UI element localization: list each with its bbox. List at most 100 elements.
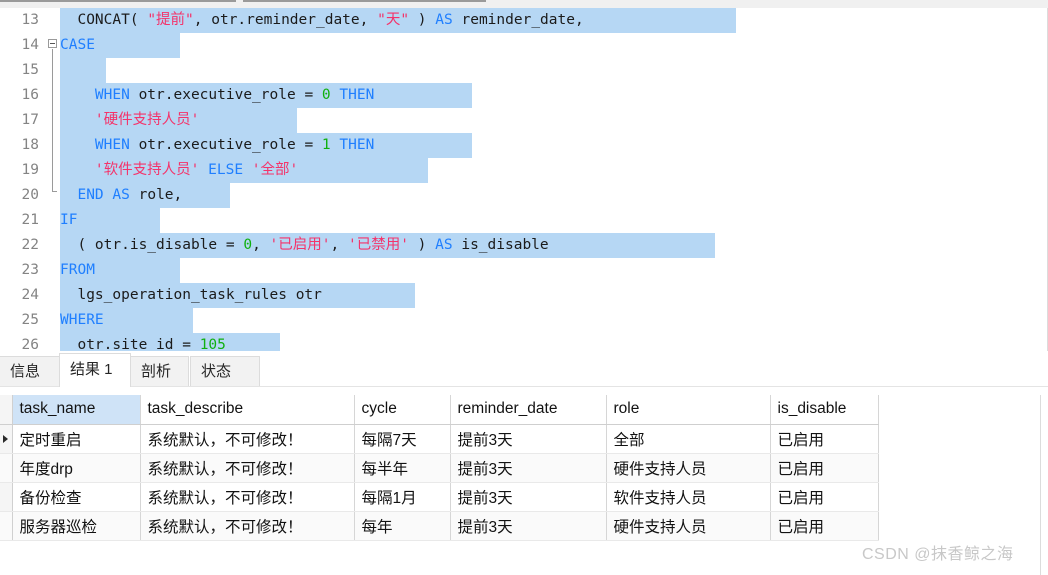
cell-is_disable[interactable]: 已启用 [770, 453, 879, 483]
grid-corner-cell[interactable] [0, 395, 13, 425]
cell-task_describe[interactable]: 系统默认，不可修改！ [140, 482, 355, 512]
results-tab-3[interactable]: 状态 [190, 356, 260, 387]
sql-editor-pane[interactable]: 13 14 15 16 17 18 19 20 21 22 23 24 25 26 CONCAT( "提前… [0, 8, 1048, 351]
cell-task_name[interactable]: 年度drp [12, 453, 141, 483]
column-header-cycle[interactable]: cycle [354, 395, 451, 425]
row-selector-cell[interactable] [0, 482, 13, 512]
code-line[interactable]: WHEN otr.executive_role = 0 THEN [60, 83, 1040, 108]
cell-is_disable[interactable]: 已启用 [770, 511, 879, 541]
selection-highlight [60, 58, 106, 83]
cell-cycle[interactable]: 每隔1月 [354, 482, 451, 512]
results-tab-2[interactable]: 剖析 [130, 356, 189, 387]
cell-reminder_date[interactable]: 提前3天 [450, 453, 607, 483]
code-line[interactable]: lgs_operation_task_rules otr [60, 283, 1040, 308]
cell-cycle[interactable]: 每隔7天 [354, 424, 451, 454]
cell-reminder_date[interactable]: 提前3天 [450, 424, 607, 454]
code-token-kw: THEN [339, 87, 375, 103]
results-tab-label: 信息 [10, 363, 41, 380]
table-row[interactable]: 定时重启 系统默认，不可修改！ 每隔7天 提前3天 全部 已启用 [0, 424, 879, 454]
cell-reminder_date[interactable]: 提前3天 [450, 482, 607, 512]
cell-is_disable[interactable]: 已启用 [770, 424, 879, 454]
results-tab-1[interactable]: 结果 1 [59, 353, 131, 387]
cell-role[interactable]: 软件支持人员 [606, 482, 771, 512]
cell-task_name[interactable]: 定时重启 [12, 424, 141, 454]
code-token-pl: ) [408, 237, 436, 253]
fold-range-line [52, 49, 53, 191]
line-number: 17 [21, 112, 39, 128]
column-header-reminder_date[interactable]: reminder_date [450, 395, 607, 425]
code-line[interactable]: WHERE [60, 308, 1040, 333]
cell-task_name[interactable]: 备份检查 [12, 482, 141, 512]
code-line-text: FROM [60, 262, 95, 278]
cell-role[interactable]: 硬件支持人员 [606, 453, 771, 483]
cell-cycle[interactable]: 每年 [354, 511, 451, 541]
code-token-kw: THEN [339, 137, 375, 153]
code-line[interactable]: WHEN otr.executive_role = 1 THEN [60, 133, 1040, 158]
column-header-task_name[interactable]: task_name [12, 395, 141, 425]
code-line[interactable]: FROM [60, 258, 1040, 283]
line-number: 13 [21, 12, 39, 28]
code-token-kw: AS [435, 237, 453, 253]
column-header-role[interactable]: role [606, 395, 771, 425]
cell-role[interactable]: 全部 [606, 424, 771, 454]
code-token-kw: END [77, 187, 104, 203]
line-number: 21 [21, 212, 39, 228]
code-line[interactable]: IF [60, 208, 1040, 233]
code-token-pl: lgs_operation_task_rules otr [60, 287, 322, 303]
results-tab-0[interactable]: 信息 [0, 356, 61, 387]
results-tab-bar[interactable]: 信息 结果 1 剖析 状态 [0, 351, 1048, 387]
row-selector-cell[interactable] [0, 453, 13, 483]
code-line[interactable]: ( otr.is_disable = 0, '已启用', '已禁用' ) AS … [60, 233, 1040, 258]
column-header-is_disable[interactable]: is_disable [770, 395, 879, 425]
line-number: 25 [21, 312, 39, 328]
code-token-pl: is_disable [452, 237, 549, 253]
result-grid-table[interactable]: task_name task_describe cycle reminder_date… [0, 395, 879, 541]
line-number: 19 [21, 162, 39, 178]
table-row[interactable]: 服务器巡检 系统默认，不可修改！ 每年 提前3天 硬件支持人员 已启用 [0, 511, 879, 541]
code-line[interactable]: '软件支持人员' ELSE '全部' [60, 158, 1040, 183]
cell-reminder_date[interactable]: 提前3天 [450, 511, 607, 541]
row-selector-cell[interactable] [0, 511, 13, 541]
cell-task_describe[interactable]: 系统默认，不可修改！ [140, 511, 355, 541]
results-tab-label: 结果 1 [70, 361, 113, 378]
line-number: 16 [21, 87, 39, 103]
line-number: 18 [21, 137, 39, 153]
row-selector-cell[interactable] [0, 424, 13, 454]
cell-task_describe[interactable]: 系统默认，不可修改！ [140, 453, 355, 483]
code-line[interactable]: otr.site_id = 105 [60, 333, 1040, 351]
table-row[interactable]: 备份检查 系统默认，不可修改！ 每隔1月 提前3天 软件支持人员 已启用 [0, 482, 879, 512]
line-number-gutter: 13 14 15 16 17 18 19 20 21 22 23 24 25 26 [0, 8, 46, 351]
column-header-task_describe[interactable]: task_describe [140, 395, 355, 425]
code-line[interactable]: CASE [60, 33, 1040, 58]
code-line-text: END AS role, [60, 187, 182, 203]
code-line[interactable]: CONCAT( "提前", otr.reminder_date, "天" ) A… [60, 8, 1040, 33]
code-line-text: WHERE [60, 312, 104, 328]
results-right-divider [1040, 395, 1041, 575]
fold-range-end-marker [52, 191, 57, 192]
code-text-area[interactable]: CONCAT( "提前", otr.reminder_date, "天" ) A… [60, 8, 1040, 351]
cell-cycle[interactable]: 每半年 [354, 453, 451, 483]
code-line-text: WHEN otr.executive_role = 1 THEN [60, 137, 374, 153]
cell-role[interactable]: 硬件支持人员 [606, 511, 771, 541]
code-line-text: CASE [60, 37, 95, 53]
code-token-num: 0 [243, 237, 253, 253]
code-token-pl: otr.executive_role = [129, 137, 322, 153]
code-line[interactable] [60, 58, 1040, 83]
code-line[interactable]: END AS role, [60, 183, 1040, 208]
code-token-str: '硬件支持人员' [94, 112, 200, 128]
code-token-num: 1 [321, 137, 331, 153]
cell-task_name[interactable]: 服务器巡检 [12, 511, 141, 541]
code-token-str: "天" [377, 12, 410, 28]
fold-collapse-icon[interactable] [48, 39, 57, 48]
code-token-pl: otr.site_id = [60, 337, 200, 351]
table-row[interactable]: 年度drp 系统默认，不可修改！ 每半年 提前3天 硬件支持人员 已启用 [0, 453, 879, 483]
code-line[interactable]: '硬件支持人员' [60, 108, 1040, 133]
csdn-watermark: CSDN @抹香鲸之海 [862, 546, 1014, 563]
code-token-kw: FROM [60, 262, 95, 278]
cell-is_disable[interactable]: 已启用 [770, 482, 879, 512]
code-fold-column[interactable] [46, 8, 60, 351]
cell-task_describe[interactable]: 系统默认，不可修改！ [140, 424, 355, 454]
